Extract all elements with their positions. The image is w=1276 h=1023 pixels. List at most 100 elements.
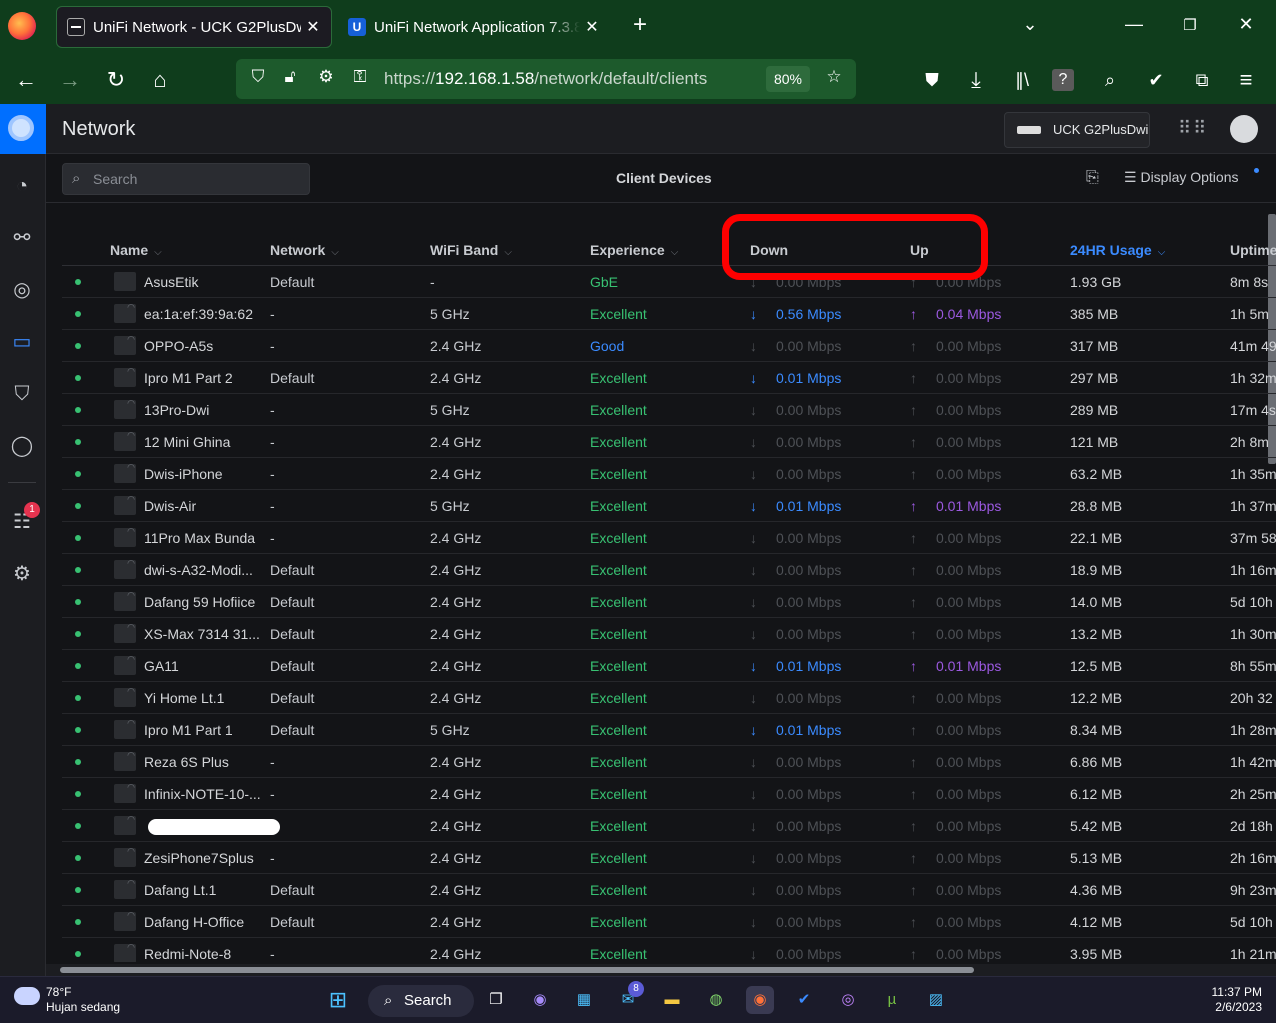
- windows-start-icon[interactable]: ⊞: [324, 986, 352, 1014]
- client-name[interactable]: Dafang Lt.1: [144, 882, 216, 898]
- client-name[interactable]: Infinix-NOTE-10-...: [144, 786, 261, 802]
- table-row[interactable]: ◠ GA11 Default 2.4 GHz Excellent ↓ 0.01 Mbps ↑ 0…: [62, 650, 1276, 682]
- avatar[interactable]: [1230, 115, 1258, 143]
- scroll-thumb[interactable]: [60, 967, 974, 973]
- url-bar[interactable]: ⛉ 🔓︎ ⚙ ⚿ https://192.168.1.58/network/de…: [236, 59, 856, 99]
- tab-unifi-network[interactable]: UniFi Network - UCK G2PlusDwi ✕: [56, 6, 332, 48]
- list-tabs-icon[interactable]: ⌄: [1016, 14, 1044, 35]
- console-selector[interactable]: UCK G2PlusDwi: [1004, 112, 1150, 148]
- apps-grid-icon[interactable]: ⠿⠿: [1178, 118, 1208, 139]
- app-icon[interactable]: ◍: [702, 986, 730, 1014]
- client-name[interactable]: Dafang H-Office: [144, 914, 244, 930]
- shield-icon[interactable]: ⛉: [246, 67, 270, 87]
- app-icon[interactable]: ◎: [834, 986, 862, 1014]
- topology-icon[interactable]: ⚯: [8, 224, 36, 252]
- home-icon[interactable]: ⌂: [146, 66, 174, 94]
- column-header-wifi-band[interactable]: WiFi Band ⌵: [430, 242, 512, 258]
- table-row[interactable]: ◠ Dwis-Air - 5 GHz Excellent ↓ 0.01 Mbps ↑ 0.01 …: [62, 490, 1276, 522]
- table-row[interactable]: ◠ XS-Max 7314 31... Default 2.4 GHz Excellen…: [62, 618, 1276, 650]
- client-name[interactable]: Reza 6S Plus: [144, 754, 229, 770]
- table-row[interactable]: ◠ Redmi-Note-8 - 2.4 GHz Excellent ↓ 0.00 Mbps…: [62, 938, 1276, 962]
- table-row[interactable]: ◠ Infinix-NOTE-10-... - 2.4 GHz Excellent ↓ 0.…: [62, 778, 1276, 810]
- clients-icon[interactable]: ▭: [8, 328, 36, 356]
- display-options-button[interactable]: ☰ Display Options: [1124, 169, 1239, 186]
- key-icon[interactable]: ⚿: [348, 67, 372, 87]
- client-name[interactable]: Yi Home Lt.1: [144, 690, 224, 706]
- export-icon[interactable]: ⎘: [1086, 169, 1099, 187]
- table-row[interactable]: ◠ Ipro M1 Part 2 Default 2.4 GHz Excellent ↓ 0…: [62, 362, 1276, 394]
- search-input[interactable]: [93, 168, 293, 190]
- column-header-24hr-usage[interactable]: 24HR Usage ⌵: [1070, 242, 1165, 258]
- table-row[interactable]: ◠ Dafang Lt.1 Default 2.4 GHz Excellent ↓ 0.00…: [62, 874, 1276, 906]
- security-shield-icon[interactable]: ⛉: [8, 380, 36, 408]
- client-name[interactable]: AsusEtik: [144, 274, 198, 290]
- client-name[interactable]: Ipro M1 Part 2: [144, 370, 233, 386]
- todo-icon[interactable]: ✔: [790, 986, 818, 1014]
- settings-gear-icon[interactable]: ⚙: [8, 560, 36, 588]
- close-tab-icon[interactable]: ✕: [305, 17, 321, 37]
- zoom-extension-icon[interactable]: ⌕: [1096, 66, 1124, 94]
- client-name[interactable]: 11Pro Max Bunda: [144, 530, 255, 546]
- extension-help-icon[interactable]: ?: [1052, 69, 1074, 91]
- permissions-icon[interactable]: ⚙: [314, 67, 338, 87]
- table-row[interactable]: ◠ Yi Home Lt.1 Default 2.4 GHz Excellent ↓ 0.0…: [62, 682, 1276, 714]
- column-header-network[interactable]: Network ⌵: [270, 242, 339, 258]
- client-name[interactable]: Dafang 59 Hofiice: [144, 594, 255, 610]
- utorrent-icon[interactable]: µ: [878, 986, 906, 1014]
- firefox-taskbar-icon[interactable]: ◉: [746, 986, 774, 1014]
- table-row[interactable]: ◠ Dafang 59 Hofiice Default 2.4 GHz Excellen…: [62, 586, 1276, 618]
- client-name[interactable]: GA11: [144, 658, 179, 674]
- client-name[interactable]: ZesiPhone7Splus: [144, 850, 254, 866]
- restore-icon[interactable]: ❐: [1176, 16, 1204, 34]
- horizontal-scrollbar[interactable]: [46, 964, 1276, 976]
- unifi-logo-icon[interactable]: [0, 104, 46, 154]
- tab-unifi-application[interactable]: U UniFi Network Application 7.3.8 ✕: [338, 6, 610, 48]
- column-header-name[interactable]: Name ⌵: [110, 242, 162, 258]
- url-text[interactable]: https://192.168.1.58/network/default/cli…: [384, 69, 707, 89]
- check-extension-icon[interactable]: ✔: [1142, 66, 1170, 94]
- table-row[interactable]: ◠ ea:1a:ef:39:9a:62 - 5 GHz Excellent ↓ 0.56 M…: [62, 298, 1276, 330]
- reload-icon[interactable]: ↻: [102, 66, 130, 94]
- devices-icon[interactable]: ◎: [8, 276, 36, 304]
- table-row[interactable]: ◠ 12 Mini Ghina - 2.4 GHz Excellent ↓ 0.00 Mbp…: [62, 426, 1276, 458]
- client-name[interactable]: dwi-s-A32-Modi...: [144, 562, 253, 578]
- zoom-level[interactable]: 80%: [766, 66, 810, 92]
- table-row[interactable]: ◠ Dafang H-Office Default 2.4 GHz Excellent ↓…: [62, 906, 1276, 938]
- minimize-icon[interactable]: —: [1120, 14, 1148, 35]
- file-explorer-icon[interactable]: ▬: [658, 986, 686, 1014]
- pocket-icon[interactable]: ⛊: [918, 66, 946, 94]
- table-row[interactable]: ◠ ZesiPhone7Splus - 2.4 GHz Excellent ↓ 0.00 M…: [62, 842, 1276, 874]
- insights-bulb-icon[interactable]: ◯: [8, 432, 36, 460]
- table-row[interactable]: ◠ dwi-s-A32-Modi... Default 2.4 GHz Excellen…: [62, 554, 1276, 586]
- extensions-puzzle-icon[interactable]: ⧉: [1188, 66, 1216, 94]
- new-tab-button[interactable]: +: [626, 11, 654, 39]
- column-header-experience[interactable]: Experience ⌵: [590, 242, 678, 258]
- forward-icon[interactable]: →: [56, 66, 84, 94]
- weather-widget[interactable]: 78°F Hujan sedang: [14, 985, 120, 1015]
- close-tab-icon[interactable]: ✕: [584, 17, 600, 37]
- client-name[interactable]: ea:1a:ef:39:9a:62: [144, 306, 253, 322]
- client-name[interactable]: 13Pro-Dwi: [144, 402, 209, 418]
- table-row[interactable]: ◠ Ipro M1 Part 1 Default 5 GHz Excellent ↓ 0.0…: [62, 714, 1276, 746]
- close-window-icon[interactable]: ✕: [1232, 14, 1260, 35]
- table-row[interactable]: ◠ 2.4 GHz Excellent ↓ 0.00 Mbps ↑ 0.00 Mbps 5.4…: [62, 810, 1276, 842]
- store-icon[interactable]: ▦: [570, 986, 598, 1014]
- table-row[interactable]: ◠ OPPO-A5s - 2.4 GHz Good ↓ 0.00 Mbps ↑ 0.00 Mbp…: [62, 330, 1276, 362]
- lock-warning-icon[interactable]: 🔓︎: [278, 67, 302, 87]
- library-icon[interactable]: ∥\: [1008, 66, 1036, 94]
- client-name[interactable]: XS-Max 7314 31...: [144, 626, 260, 642]
- client-name[interactable]: Dwis-iPhone: [144, 466, 223, 482]
- client-name[interactable]: Ipro M1 Part 1: [144, 722, 233, 738]
- menu-hamburger-icon[interactable]: ≡: [1232, 66, 1260, 94]
- client-name[interactable]: Redmi-Note-8: [144, 946, 231, 962]
- search-box[interactable]: ⌕: [62, 163, 310, 195]
- task-view-icon[interactable]: ❐: [482, 986, 510, 1014]
- photos-icon[interactable]: ▨: [922, 986, 950, 1014]
- bookmark-star-icon[interactable]: ☆: [822, 67, 846, 87]
- downloads-icon[interactable]: ⤓: [962, 66, 990, 94]
- table-row[interactable]: ◠ 13Pro-Dwi - 5 GHz Excellent ↓ 0.00 Mbps ↑ 0.00…: [62, 394, 1276, 426]
- table-row[interactable]: ◠ 11Pro Max Bunda - 2.4 GHz Excellent ↓ 0.00 M…: [62, 522, 1276, 554]
- client-name[interactable]: OPPO-A5s: [144, 338, 213, 354]
- dashboard-icon[interactable]: ◔: [8, 172, 36, 200]
- client-name[interactable]: Dwis-Air: [144, 498, 196, 514]
